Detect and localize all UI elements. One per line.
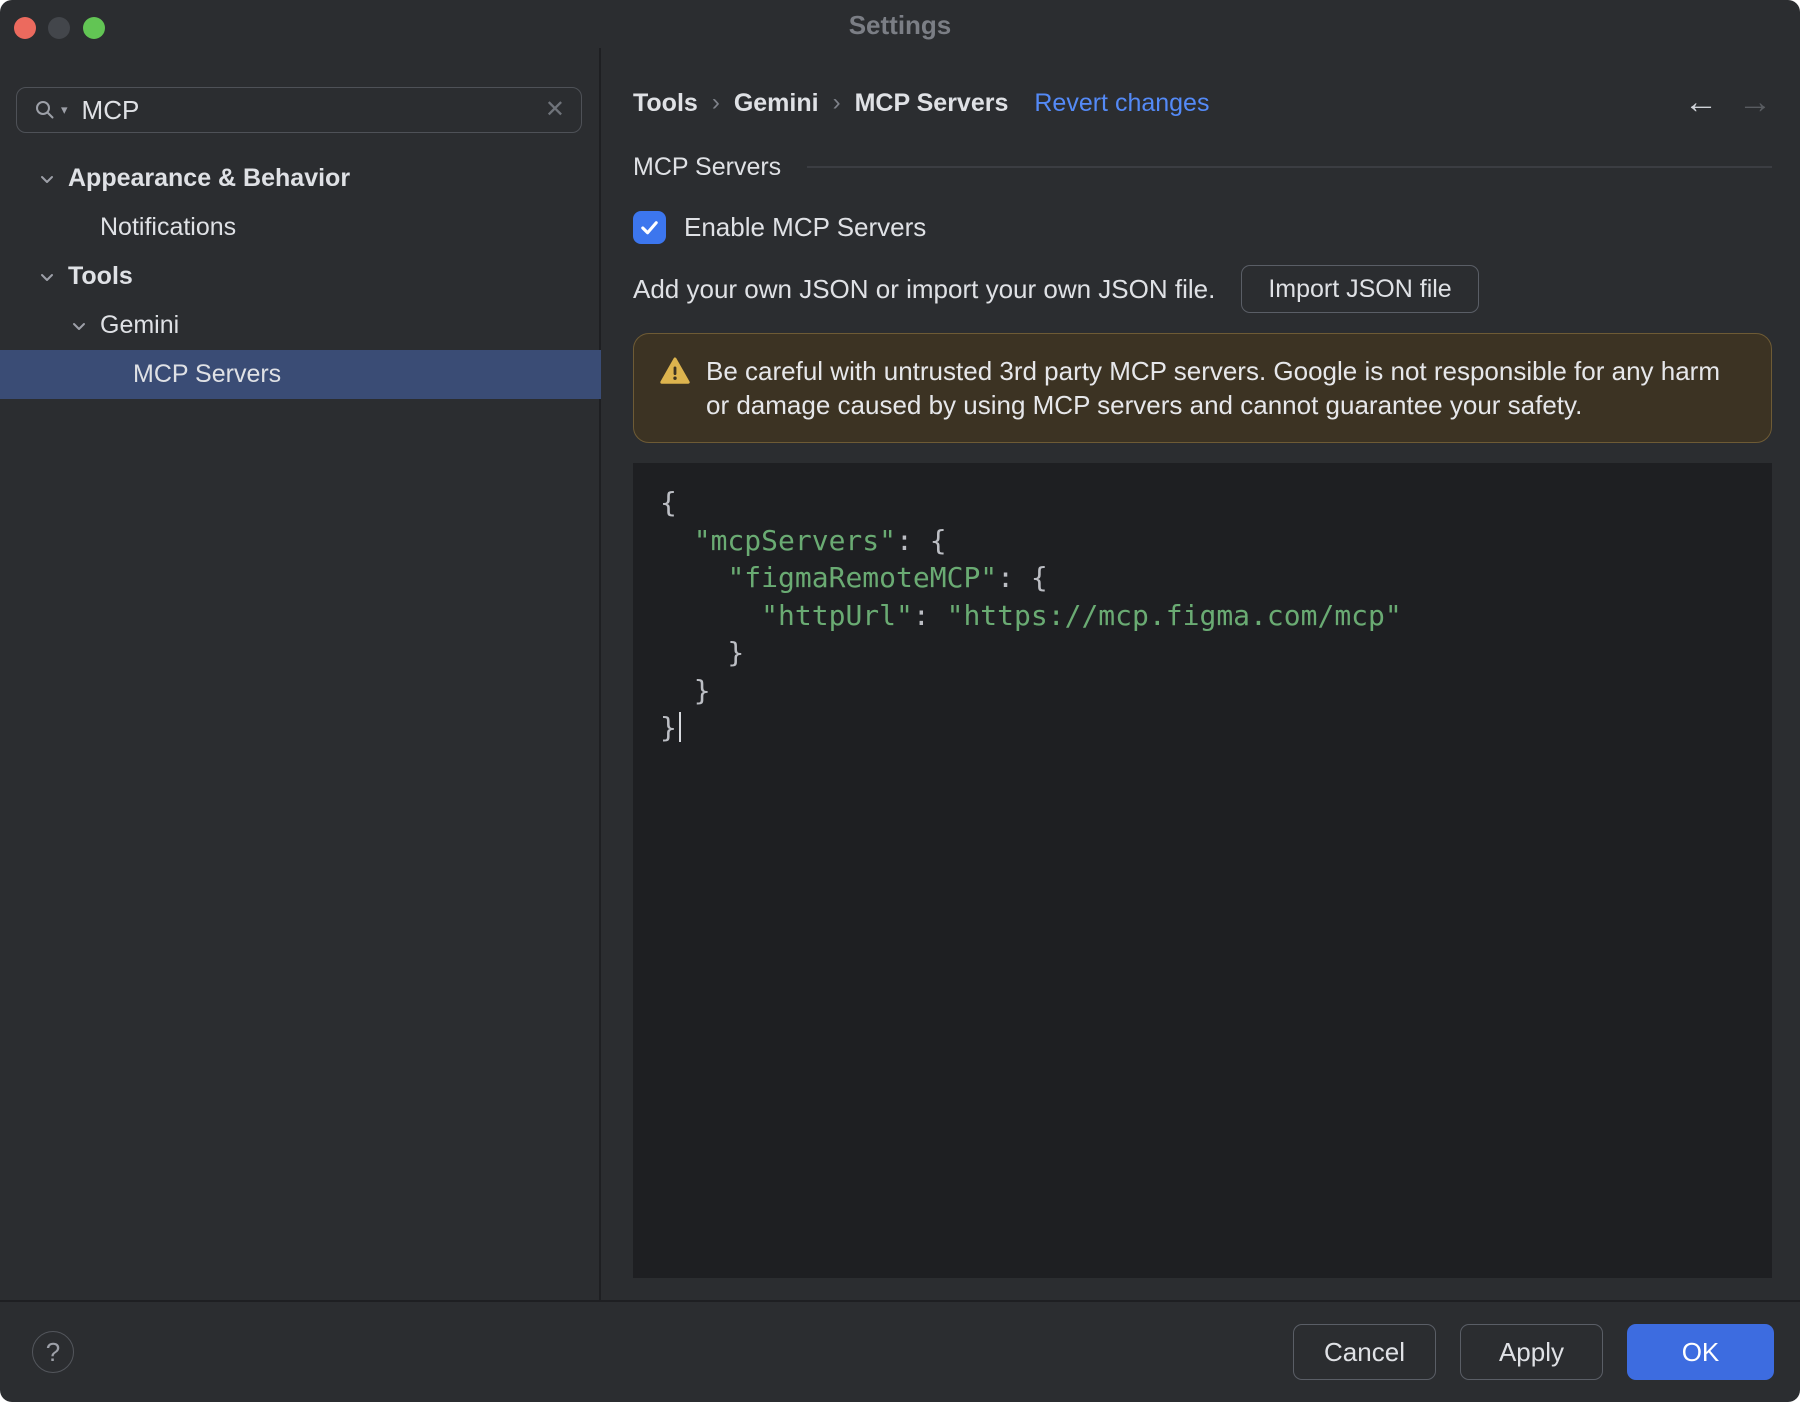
search-input[interactable] bbox=[81, 94, 539, 126]
settings-content: Tools › Gemini › MCP Servers Revert chan… bbox=[603, 48, 1800, 1300]
sidebar-item-notifications[interactable]: Notifications bbox=[0, 203, 601, 252]
warning-triangle-icon bbox=[660, 357, 690, 390]
import-row: Add your own JSON or import your own JSO… bbox=[633, 265, 1479, 313]
breadcrumb-mcp-servers[interactable]: MCP Servers bbox=[855, 89, 1009, 118]
sidebar-item-tools[interactable]: Tools bbox=[0, 252, 601, 301]
footer-buttons: Cancel Apply OK bbox=[1293, 1302, 1774, 1402]
section-divider bbox=[807, 166, 1772, 168]
history-navigation: ← → bbox=[1684, 84, 1772, 120]
code-line: "mcpServers": { bbox=[693, 523, 947, 557]
section-header: MCP Servers bbox=[633, 149, 1772, 185]
warning-text: Be careful with untrusted 3rd party MCP … bbox=[706, 356, 1720, 420]
code-line: } bbox=[660, 673, 711, 707]
page-title: MCP Servers bbox=[633, 152, 782, 181]
sidebar-item-appearance-behavior[interactable]: Appearance & Behavior bbox=[0, 154, 601, 203]
chevron-down-icon[interactable] bbox=[68, 315, 90, 337]
code-line: } bbox=[660, 636, 745, 669]
search-icon bbox=[33, 98, 57, 122]
question-mark-icon: ? bbox=[45, 1336, 61, 1367]
import-hint-text: Add your own JSON or import your own JSO… bbox=[633, 273, 1216, 304]
breadcrumb-separator-icon: › bbox=[711, 89, 720, 116]
revert-changes-link[interactable]: Revert changes bbox=[1034, 89, 1209, 118]
breadcrumb: Tools › Gemini › MCP Servers Revert chan… bbox=[633, 85, 1209, 121]
clear-search-icon[interactable]: ✕ bbox=[545, 98, 565, 122]
breadcrumb-gemini[interactable]: Gemini bbox=[734, 89, 819, 118]
enable-mcp-checkbox[interactable] bbox=[633, 211, 666, 244]
settings-window: Settings ▾ ✕ Appearance & Behavior Notif… bbox=[0, 0, 1800, 1402]
code-line: "httpUrl": "https://mcp.figma.com/mcp" bbox=[761, 598, 1402, 632]
enable-mcp-servers-row[interactable]: Enable MCP Servers bbox=[633, 211, 926, 244]
sidebar-item-label: Notifications bbox=[100, 213, 237, 241]
enable-mcp-label[interactable]: Enable MCP Servers bbox=[684, 212, 926, 243]
titlebar: Settings bbox=[0, 0, 1800, 48]
breadcrumb-tools[interactable]: Tools bbox=[633, 89, 698, 118]
close-window-button[interactable] bbox=[14, 17, 36, 39]
sidebar-item-mcp-servers[interactable]: MCP Servers bbox=[0, 350, 601, 399]
sidebar-item-label: Appearance & Behavior bbox=[68, 164, 351, 192]
sidebar-item-label: MCP Servers bbox=[133, 360, 282, 388]
search-options-icon[interactable]: ▾ bbox=[61, 102, 68, 118]
text-caret bbox=[678, 712, 682, 742]
checkmark-icon bbox=[641, 221, 658, 235]
chevron-down-icon[interactable] bbox=[36, 266, 58, 288]
back-arrow-icon[interactable]: ← bbox=[1684, 84, 1718, 120]
window-title: Settings bbox=[848, 10, 952, 40]
minimize-window-button[interactable] bbox=[48, 17, 70, 39]
json-code-editor[interactable]: { "mcpServers": { "figmaRemoteMCP": { "h… bbox=[633, 463, 1772, 1278]
import-json-file-button[interactable]: Import JSON file bbox=[1241, 265, 1479, 313]
zoom-window-button[interactable] bbox=[83, 17, 105, 39]
settings-sidebar: ▾ ✕ Appearance & Behavior Notifications … bbox=[0, 48, 601, 1300]
dialog-footer: ? Cancel Apply OK bbox=[0, 1300, 1800, 1402]
chevron-down-icon[interactable] bbox=[36, 168, 58, 190]
search-box[interactable]: ▾ ✕ bbox=[16, 87, 582, 133]
apply-button[interactable]: Apply bbox=[1460, 1324, 1603, 1380]
breadcrumb-separator-icon: › bbox=[832, 89, 841, 116]
code-line: } bbox=[660, 709, 1772, 747]
ok-button[interactable]: OK bbox=[1627, 1324, 1774, 1380]
code-line: "figmaRemoteMCP": { bbox=[727, 561, 1048, 594]
sidebar-item-label: Gemini bbox=[100, 311, 180, 339]
help-button[interactable]: ? bbox=[32, 1331, 74, 1373]
code-line: { bbox=[660, 486, 677, 519]
sidebar-item-label: Tools bbox=[68, 262, 133, 290]
cancel-button[interactable]: Cancel bbox=[1293, 1324, 1436, 1380]
settings-tree: Appearance & Behavior Notifications Tool… bbox=[0, 154, 601, 399]
warning-banner: Be careful with untrusted 3rd party MCP … bbox=[633, 333, 1772, 443]
sidebar-item-gemini[interactable]: Gemini bbox=[0, 301, 601, 350]
forward-arrow-icon[interactable]: → bbox=[1738, 84, 1772, 120]
